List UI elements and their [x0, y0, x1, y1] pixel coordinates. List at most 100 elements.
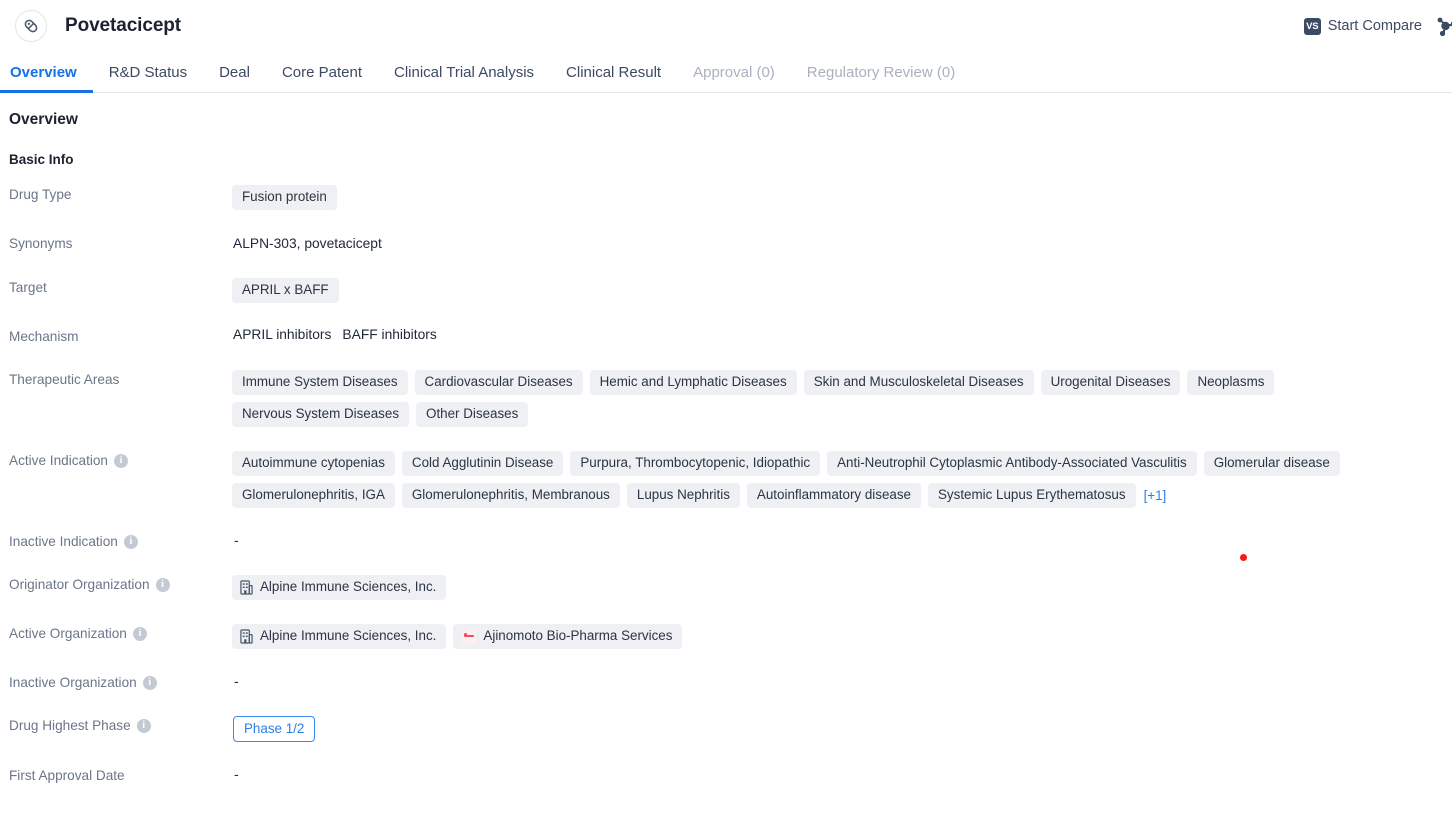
value-active-indication: Autoimmune cytopenias Cold Agglutinin Di…	[233, 449, 1452, 508]
active-indication-tags: Autoimmune cytopenias Cold Agglutinin Di…	[232, 451, 1452, 508]
tab-rd-status[interactable]: R&D Status	[93, 52, 203, 92]
building-icon	[240, 580, 253, 595]
value-synonyms: ALPN-303, povetacicept	[233, 232, 1452, 254]
header-actions: VS Start Compare	[1304, 0, 1452, 52]
tag-organization[interactable]: Alpine Immune Sciences, Inc.	[232, 575, 446, 600]
label-drug-highest-phase: Drug Highest Phase i	[9, 714, 233, 735]
drug-type-tags: Fusion protein	[232, 185, 1452, 210]
tag-active-indication[interactable]: Autoinflammatory disease	[747, 483, 921, 508]
label-originator-organization-text: Originator Organization	[9, 576, 150, 594]
tag-therapeutic-area[interactable]: Neoplasms	[1187, 370, 1274, 395]
tag-active-indication[interactable]: Glomerulonephritis, IGA	[232, 483, 395, 508]
row-synonyms: Synonyms ALPN-303, povetacicept	[0, 232, 1452, 254]
info-icon[interactable]: i	[143, 676, 157, 690]
pill-icon	[15, 10, 47, 42]
tag-therapeutic-area[interactable]: Other Diseases	[416, 402, 528, 427]
label-drug-type: Drug Type	[9, 183, 233, 204]
start-compare-label: Start Compare	[1328, 18, 1422, 34]
value-drug-type: Fusion protein	[233, 183, 1452, 210]
tag-therapeutic-area[interactable]: Urogenital Diseases	[1041, 370, 1181, 395]
mechanism-item: BAFF inhibitors	[342, 327, 436, 342]
label-drug-highest-phase-text: Drug Highest Phase	[9, 717, 131, 735]
label-first-approval-date-text: First Approval Date	[9, 767, 125, 785]
label-active-indication-text: Active Indication	[9, 452, 108, 470]
info-icon[interactable]: i	[137, 719, 151, 733]
pill-icon-svg	[22, 17, 40, 35]
info-icon[interactable]: i	[133, 627, 147, 641]
tab-deal[interactable]: Deal	[203, 52, 266, 92]
label-active-organization-text: Active Organization	[9, 625, 127, 643]
organization-name: Alpine Immune Sciences, Inc.	[260, 579, 436, 595]
row-active-organization: Active Organization i Alpine Immune Scie…	[0, 622, 1452, 649]
tab-clinical-result[interactable]: Clinical Result	[550, 52, 677, 92]
start-compare-button[interactable]: VS Start Compare	[1304, 18, 1422, 35]
value-active-organization: Alpine Immune Sciences, Inc. Ajinomoto B…	[233, 622, 1452, 649]
info-icon[interactable]: i	[114, 454, 128, 468]
row-inactive-indication: Inactive Indication i -	[0, 530, 1452, 551]
tag-therapeutic-area[interactable]: Nervous System Diseases	[232, 402, 409, 427]
tab-approval: Approval (0)	[677, 52, 791, 92]
tab-bar: Overview R&D Status Deal Core Patent Cli…	[0, 52, 1452, 93]
value-inactive-organization: -	[233, 671, 1452, 689]
tag-therapeutic-area[interactable]: Skin and Musculoskeletal Diseases	[804, 370, 1034, 395]
label-inactive-indication: Inactive Indication i	[9, 530, 233, 551]
label-mechanism-text: Mechanism	[9, 328, 79, 346]
label-target-text: Target	[9, 279, 47, 297]
info-icon[interactable]: i	[156, 578, 170, 592]
tag-therapeutic-area[interactable]: Hemic and Lymphatic Diseases	[590, 370, 797, 395]
label-drug-type-text: Drug Type	[9, 186, 71, 204]
tag-therapeutic-area[interactable]: Cardiovascular Diseases	[415, 370, 583, 395]
tag-active-indication[interactable]: Glomerulonephritis, Membranous	[402, 483, 620, 508]
tag-target[interactable]: APRIL x BAFF	[232, 278, 339, 303]
tab-core-patent[interactable]: Core Patent	[266, 52, 378, 92]
row-first-approval-date: First Approval Date -	[0, 764, 1452, 785]
value-target: APRIL x BAFF	[233, 276, 1452, 303]
value-first-approval-date: -	[233, 764, 1452, 782]
tag-organization[interactable]: Ajinomoto Bio-Pharma Services	[453, 624, 682, 649]
info-icon[interactable]: i	[124, 535, 138, 549]
value-mechanism: APRIL inhibitors BAFF inhibitors	[233, 325, 1452, 342]
page-title: Povetacicept	[65, 15, 181, 37]
label-inactive-organization-text: Inactive Organization	[9, 674, 137, 692]
basic-info-heading: Basic Info	[0, 152, 1452, 167]
tag-active-indication[interactable]: Purpura, Thrombocytopenic, Idiopathic	[570, 451, 820, 476]
phase-badge[interactable]: Phase 1/2	[233, 716, 315, 742]
tag-therapeutic-area[interactable]: Immune System Diseases	[232, 370, 408, 395]
therapeutic-area-tags: Immune System Diseases Cardiovascular Di…	[232, 370, 1452, 427]
label-originator-organization: Originator Organization i	[9, 573, 233, 594]
tab-regulatory-review: Regulatory Review (0)	[791, 52, 971, 92]
label-first-approval-date: First Approval Date	[9, 764, 233, 785]
label-therapeutic-areas: Therapeutic Areas	[9, 368, 233, 389]
row-mechanism: Mechanism APRIL inhibitors BAFF inhibito…	[0, 325, 1452, 346]
tag-drug-type[interactable]: Fusion protein	[232, 185, 337, 210]
originator-organization-tags: Alpine Immune Sciences, Inc.	[232, 575, 1452, 600]
tag-active-indication[interactable]: Lupus Nephritis	[627, 483, 740, 508]
tag-organization[interactable]: Alpine Immune Sciences, Inc.	[232, 624, 446, 649]
value-drug-highest-phase: Phase 1/2	[233, 714, 1452, 742]
value-therapeutic-areas: Immune System Diseases Cardiovascular Di…	[233, 368, 1452, 427]
label-therapeutic-areas-text: Therapeutic Areas	[9, 371, 119, 389]
label-active-organization: Active Organization i	[9, 622, 233, 643]
row-target: Target APRIL x BAFF	[0, 276, 1452, 303]
active-organization-tags: Alpine Immune Sciences, Inc. Ajinomoto B…	[232, 624, 1452, 649]
overview-heading: Overview	[0, 111, 1452, 129]
tag-active-indication[interactable]: Glomerular disease	[1204, 451, 1340, 476]
active-indication-more-link[interactable]: [+1]	[1143, 483, 1167, 508]
overview-content: Overview Basic Info Drug Type Fusion pro…	[0, 93, 1452, 785]
row-originator-organization: Originator Organization i Alpine Immune …	[0, 573, 1452, 600]
tag-active-indication[interactable]: Cold Agglutinin Disease	[402, 451, 563, 476]
molecule-icon[interactable]	[1436, 13, 1452, 39]
tag-active-indication[interactable]: Autoimmune cytopenias	[232, 451, 395, 476]
tab-overview[interactable]: Overview	[0, 52, 93, 92]
row-drug-type: Drug Type Fusion protein	[0, 183, 1452, 210]
row-drug-highest-phase: Drug Highest Phase i Phase 1/2	[0, 714, 1452, 742]
label-synonyms-text: Synonyms	[9, 235, 72, 253]
tab-clinical-trial-analysis[interactable]: Clinical Trial Analysis	[378, 52, 550, 92]
row-active-indication: Active Indication i Autoimmune cytopenia…	[0, 449, 1452, 508]
mechanism-item: APRIL inhibitors	[233, 327, 331, 342]
page-header: Povetacicept VS Start Compare	[0, 0, 1452, 52]
tag-active-indication[interactable]: Anti-Neutrophil Cytoplasmic Antibody-Ass…	[827, 451, 1197, 476]
label-synonyms: Synonyms	[9, 232, 233, 253]
label-inactive-indication-text: Inactive Indication	[9, 533, 118, 551]
tag-active-indication[interactable]: Systemic Lupus Erythematosus	[928, 483, 1136, 508]
